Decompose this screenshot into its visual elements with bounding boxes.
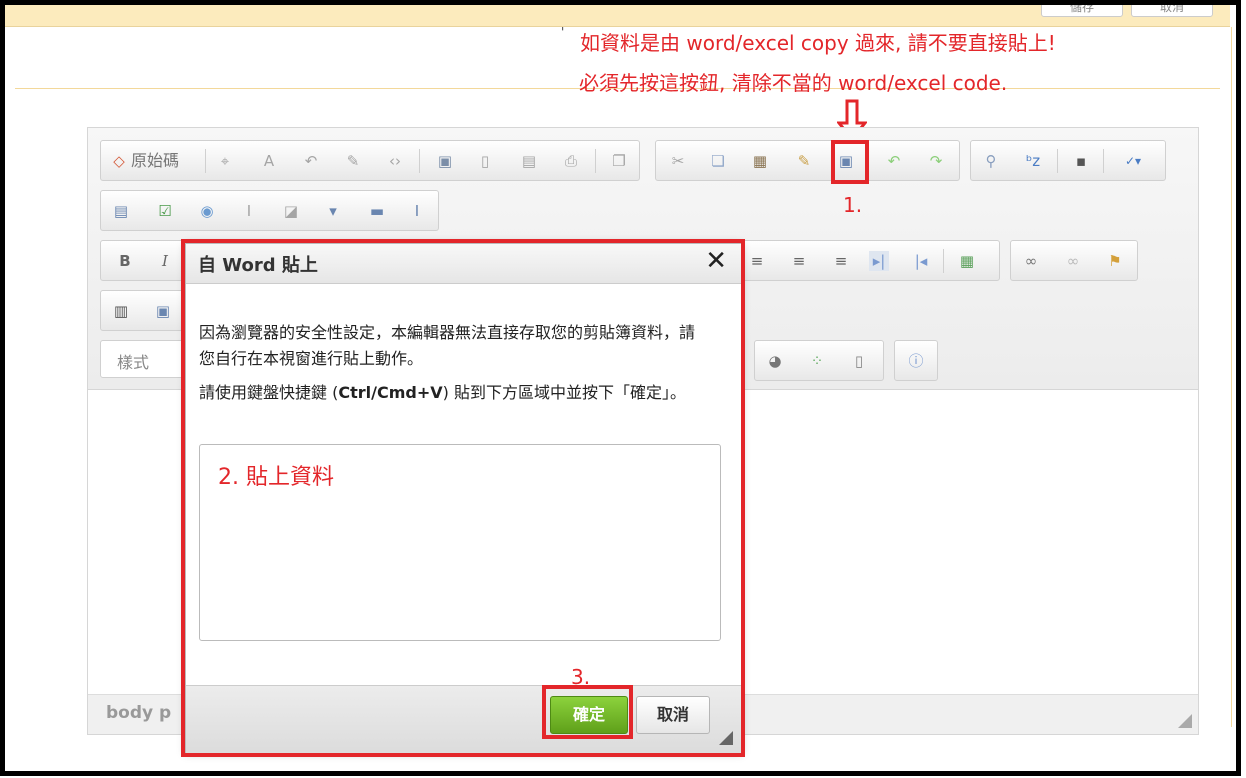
bold-icon[interactable]: B bbox=[115, 251, 135, 271]
textarea-icon[interactable]: ◪ bbox=[281, 201, 301, 221]
toolbar-group-view: ◕ ⁘ ▯ bbox=[754, 340, 884, 381]
chart-icon[interactable]: ◕ bbox=[765, 351, 785, 371]
toolbar-group-align: ≡ ≡ ≡ ▸| |◂ ▦ bbox=[738, 240, 1000, 281]
new-page-icon[interactable]: ▯ bbox=[475, 151, 495, 171]
find-replace-icon[interactable]: ⚲ bbox=[981, 151, 1001, 171]
select-all-icon[interactable]: A bbox=[259, 151, 279, 171]
fullscreen-icon[interactable]: ▯ bbox=[849, 351, 869, 371]
preview-icon[interactable]: ▤ bbox=[519, 151, 539, 171]
justify-icon[interactable]: ≡ bbox=[831, 251, 851, 271]
maximize-icon[interactable]: ▪ bbox=[1071, 151, 1091, 171]
redo-icon[interactable]: ↷ bbox=[926, 151, 946, 171]
save-icon[interactable]: ▣ bbox=[435, 151, 455, 171]
align-right-icon[interactable]: ≡ bbox=[789, 251, 809, 271]
find-icon[interactable]: ⌖ bbox=[215, 151, 235, 171]
code-icon[interactable]: ‹› bbox=[385, 151, 405, 171]
flash-icon[interactable]: ▥ bbox=[111, 301, 131, 321]
cut-icon[interactable]: ✂ bbox=[668, 151, 688, 171]
stray-mark: ' bbox=[561, 25, 565, 39]
templates-icon[interactable]: ✎ bbox=[343, 151, 363, 171]
toolbar-group-basic: B I bbox=[100, 240, 184, 281]
show-blocks-icon[interactable]: ⁘ bbox=[807, 351, 827, 371]
toolbar-group-links: ∞ ∞ ⚑ bbox=[1010, 240, 1138, 281]
undo-style-icon[interactable]: ↶ bbox=[301, 151, 321, 171]
annotation-step-1: 1. bbox=[843, 193, 863, 217]
italic-icon[interactable]: I bbox=[155, 251, 175, 271]
copy-icon[interactable]: ❏ bbox=[708, 151, 728, 171]
image-icon[interactable]: ▣ bbox=[153, 301, 173, 321]
about-icon[interactable]: ⓘ bbox=[906, 351, 926, 371]
annotation-warning-line2: 必須先按這按鈕, 清除不當的 word/excel code. bbox=[579, 71, 1008, 95]
annotation-highlight-box bbox=[831, 140, 869, 184]
hidden-field-icon[interactable]: Ⅰ bbox=[407, 201, 427, 221]
rtl-icon[interactable]: |◂ bbox=[911, 251, 931, 271]
copy-format-icon[interactable]: ❐ bbox=[609, 151, 629, 171]
annotation-dialog-box bbox=[181, 239, 745, 757]
spellcheck-bz-icon[interactable]: ᵇz bbox=[1023, 151, 1043, 171]
separator bbox=[595, 149, 596, 173]
screenshot-frame: 儲存 取消 ' 如資料是由 word/excel copy 過來, 請不要直接貼… bbox=[0, 0, 1241, 776]
radio-icon[interactable]: ◉ bbox=[197, 201, 217, 221]
print-icon[interactable]: ⎙ bbox=[561, 151, 581, 171]
save-button[interactable]: 儲存 bbox=[1041, 5, 1123, 17]
separator bbox=[943, 249, 944, 273]
anchor-icon[interactable]: ⚑ bbox=[1105, 251, 1125, 271]
paste-icon[interactable]: ▦ bbox=[750, 151, 770, 171]
button-icon[interactable]: ▬ bbox=[367, 201, 387, 221]
toolbar-group-insert: ▥ ▣ bbox=[100, 290, 184, 331]
align-left-icon[interactable]: ≡ bbox=[747, 251, 767, 271]
form-icon[interactable]: ▤ bbox=[111, 201, 131, 221]
toolbar-group-forms: ▤ ☑ ◉ Ⅰ ◪ ▾ ▬ Ⅰ bbox=[100, 190, 439, 231]
separator bbox=[1057, 149, 1058, 173]
unlink-icon[interactable]: ∞ bbox=[1063, 251, 1083, 271]
spellcheck-abc-icon[interactable]: ✓▾ bbox=[1115, 151, 1151, 171]
separator bbox=[419, 149, 420, 173]
divider bbox=[1231, 27, 1232, 727]
select-icon[interactable]: ▾ bbox=[323, 201, 343, 221]
toolbar-group-tools: ⚲ ᵇz ▪ ✓▾ bbox=[970, 140, 1166, 181]
ltr-icon[interactable]: ▸| bbox=[869, 251, 889, 271]
paste-text-icon[interactable]: ✎ bbox=[794, 151, 814, 171]
language-icon[interactable]: ▦ bbox=[957, 251, 977, 271]
checkbox-icon[interactable]: ☑ bbox=[155, 201, 175, 221]
link-icon[interactable]: ∞ bbox=[1021, 251, 1041, 271]
undo-icon[interactable]: ↶ bbox=[884, 151, 904, 171]
cancel-top-button[interactable]: 取消 bbox=[1131, 5, 1213, 17]
separator bbox=[205, 149, 206, 173]
toolbar-group-document: ◇ 原始碼 ⌖ A ↶ ✎ ‹› ▣ ▯ ▤ ⎙ ❐ bbox=[100, 140, 640, 181]
annotation-ok-box bbox=[542, 685, 633, 739]
element-path[interactable]: body p bbox=[106, 703, 171, 723]
source-button-label[interactable]: 原始碼 bbox=[131, 151, 179, 171]
source-icon[interactable]: ◇ bbox=[109, 151, 129, 171]
toolbar-group-clipboard: ✂ ❏ ▦ ✎ ▣ ↶ ↷ bbox=[655, 140, 960, 181]
top-bar: 儲存 取消 bbox=[5, 5, 1230, 27]
toolbar-group-about: ⓘ bbox=[894, 340, 938, 381]
annotation-warning-line1: 如資料是由 word/excel copy 過來, 請不要直接貼上! bbox=[580, 31, 1056, 55]
textfield-icon[interactable]: Ⅰ bbox=[239, 201, 259, 221]
resize-handle-icon[interactable] bbox=[1178, 714, 1192, 728]
separator bbox=[1103, 149, 1104, 173]
